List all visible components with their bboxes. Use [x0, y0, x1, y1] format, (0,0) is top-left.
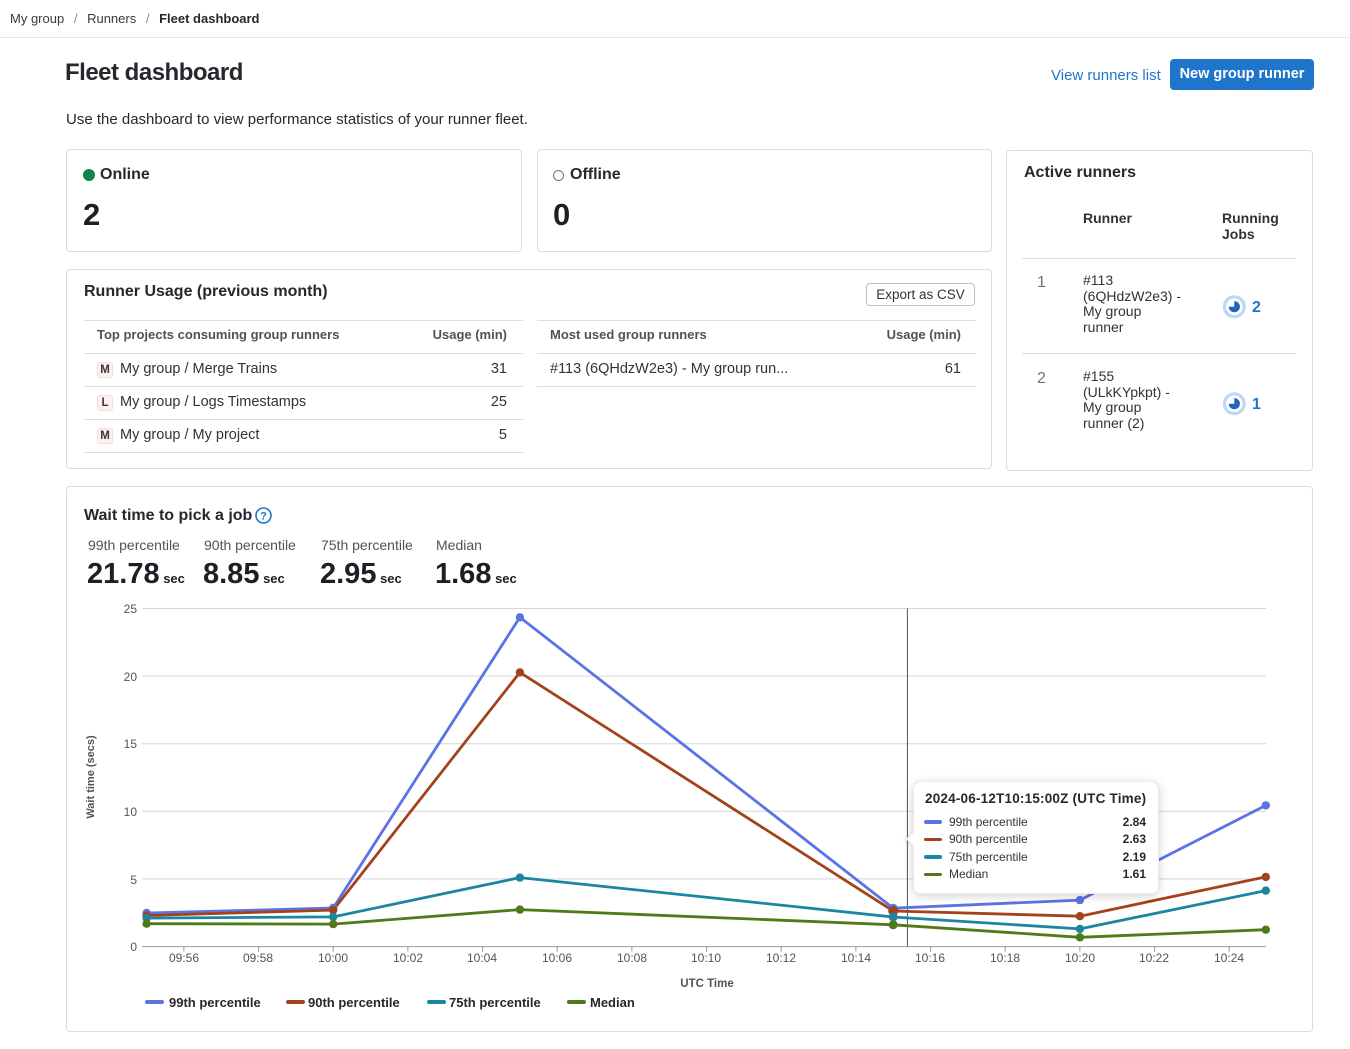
svg-text:?: ?: [260, 511, 267, 523]
